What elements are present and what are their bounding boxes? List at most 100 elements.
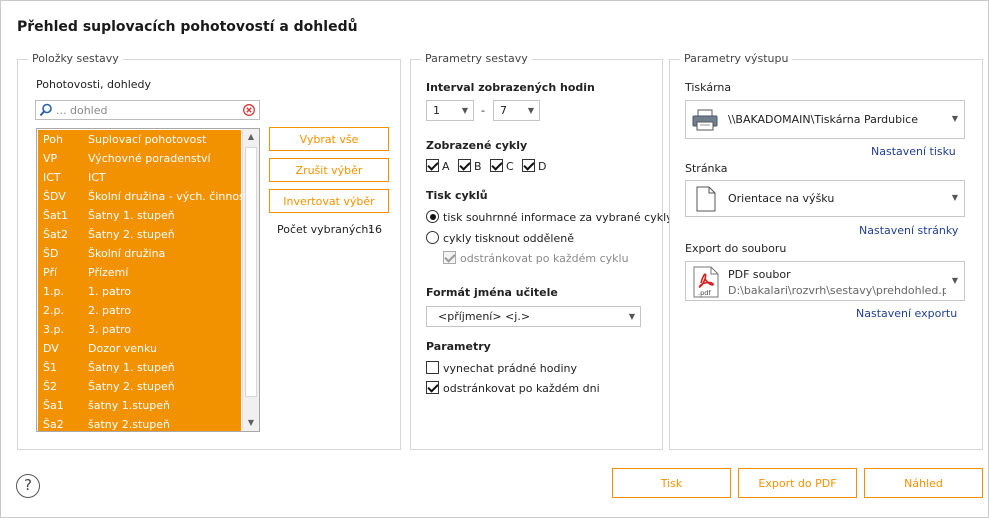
print-summary-label[interactable]: tisk souhrnné informace za vybrané cykly bbox=[443, 211, 673, 224]
print-button[interactable]: Tisk bbox=[612, 468, 731, 498]
clear-search-icon[interactable] bbox=[243, 104, 255, 116]
list-item[interactable]: ŠDV Školní družina - vých. činnost bbox=[38, 187, 241, 206]
list-item-code: Ša2 bbox=[43, 418, 64, 431]
list-item-code: ICT bbox=[43, 171, 61, 184]
list-item[interactable]: ŠD Školní družina bbox=[38, 244, 241, 263]
interval-to-value: 7 bbox=[500, 104, 507, 117]
select-all-button[interactable]: Vybrat vše bbox=[269, 127, 389, 151]
teacher-format-label: Formát jména učitele bbox=[426, 286, 558, 299]
list-item-code: Š2 bbox=[43, 380, 57, 393]
page-break-day-checkbox[interactable] bbox=[426, 381, 439, 394]
list-item[interactable]: ICT ICT bbox=[38, 168, 241, 187]
search-input[interactable] bbox=[54, 102, 239, 118]
list-item-name: šatny 2.stupeň bbox=[88, 418, 170, 431]
cycle-a-label[interactable]: A bbox=[442, 160, 450, 173]
list-item[interactable]: Šat2 Šatny 2. stupeň bbox=[38, 225, 241, 244]
preview-button[interactable]: Náhled bbox=[864, 468, 983, 498]
list-item[interactable]: Poh Suplovací pohotovost bbox=[38, 130, 241, 149]
page-value: Orientace na výšku bbox=[728, 192, 835, 205]
export-pdf-button[interactable]: Export do PDF bbox=[738, 468, 857, 498]
cycle-c-label[interactable]: C bbox=[506, 160, 514, 173]
list-item[interactable]: DV Dozor venku bbox=[38, 339, 241, 358]
list-item-name: 1. patro bbox=[88, 285, 132, 298]
list-item-code: Ša1 bbox=[43, 399, 64, 412]
interval-label: Interval zobrazených hodin bbox=[426, 81, 595, 94]
list-item-name: Šatny 1. stupeň bbox=[88, 209, 175, 222]
parameters-label: Parametry bbox=[426, 340, 491, 353]
page-break-cycle-checkbox[interactable] bbox=[443, 251, 456, 264]
list-item-name: šatny 1.stupeň bbox=[88, 399, 170, 412]
printer-select[interactable]: \\BAKADOMAIN\Tiskárna Pardubice ▼ bbox=[685, 100, 965, 139]
items-list[interactable]: Poh Suplovací pohotovost VP Výchovné porade… bbox=[36, 128, 260, 432]
list-item-code: Pří bbox=[43, 266, 58, 279]
cycle-c-checkbox[interactable] bbox=[490, 159, 503, 172]
print-separate-label[interactable]: cykly tisknout odděleně bbox=[443, 232, 574, 245]
list-item[interactable]: 3.p. 3. patro bbox=[38, 320, 241, 339]
list-item-name: 2. patro bbox=[88, 304, 132, 317]
list-label: Pohotovosti, dohledy bbox=[36, 78, 152, 91]
list-item[interactable]: Ša1 šatny 1.stupeň bbox=[38, 396, 241, 415]
list-item[interactable]: 1.p. 1. patro bbox=[38, 282, 241, 301]
interval-to-select[interactable]: 7 ▼ bbox=[493, 100, 540, 121]
selected-count-label: Počet vybraných: bbox=[277, 223, 373, 236]
interval-separator: - bbox=[481, 104, 485, 117]
skip-empty-checkbox[interactable] bbox=[426, 361, 439, 374]
chevron-down-icon: ▼ bbox=[527, 106, 534, 115]
print-settings-link[interactable]: Nastavení tisku bbox=[871, 145, 956, 158]
list-item[interactable]: Pří Přízemí bbox=[38, 263, 241, 282]
list-item-name: Šatny 2. stupeň bbox=[88, 380, 175, 393]
chevron-down-icon: ▼ bbox=[461, 106, 468, 115]
list-item[interactable]: Ša2 šatny 2.stupeň bbox=[38, 415, 241, 431]
list-item-code: ŠD bbox=[43, 247, 59, 260]
help-icon[interactable]: ? bbox=[16, 474, 40, 498]
list-item-name: Výchovné poradenství bbox=[88, 152, 211, 165]
list-item[interactable]: 2.p. 2. patro bbox=[38, 301, 241, 320]
export-label: Export do souboru bbox=[685, 242, 787, 255]
print-summary-radio[interactable] bbox=[426, 210, 439, 223]
dialog-title: Přehled suplovacích pohotovostí a dohled… bbox=[17, 19, 358, 35]
list-item[interactable]: Š1 Šatny 1. stupeň bbox=[38, 358, 241, 377]
export-select[interactable]: .pdf PDF soubor D:\bakalari\rozvrh\sesta… bbox=[685, 261, 965, 301]
pdf-icon-text: .pdf bbox=[698, 289, 711, 297]
scroll-thumb[interactable] bbox=[245, 147, 257, 397]
cycle-b-label[interactable]: B bbox=[474, 160, 482, 173]
page-break-day-label[interactable]: odstránkovat po každém dni bbox=[443, 382, 600, 395]
printer-value: \\BAKADOMAIN\Tiskárna Pardubice bbox=[728, 113, 918, 126]
cycle-b-checkbox[interactable] bbox=[458, 159, 471, 172]
cycle-a-checkbox[interactable] bbox=[426, 159, 439, 172]
page-select[interactable]: Orientace na výšku ▼ bbox=[685, 180, 965, 217]
skip-empty-label[interactable]: vynechat prádné hodiny bbox=[443, 362, 577, 375]
list-item-code: 3.p. bbox=[43, 323, 64, 336]
print-separate-radio[interactable] bbox=[426, 231, 439, 244]
list-item[interactable]: VP Výchovné poradenství bbox=[38, 149, 241, 168]
scroll-up-icon[interactable]: ▲ bbox=[243, 129, 259, 145]
chevron-down-icon: ▼ bbox=[951, 193, 958, 202]
list-item-name: Šatny 2. stupeň bbox=[88, 228, 175, 241]
teacher-format-select[interactable]: <příjmení> <j.> ▼ bbox=[426, 306, 641, 327]
export-settings-link[interactable]: Nastavení exportu bbox=[856, 307, 957, 320]
list-item-name: Dozor venku bbox=[88, 342, 157, 355]
export-title: PDF soubor bbox=[728, 268, 791, 281]
list-item-code: DV bbox=[43, 342, 59, 355]
invert-selection-button[interactable]: Invertovat výběr bbox=[269, 189, 389, 213]
chevron-down-icon: ▼ bbox=[951, 276, 958, 285]
scroll-down-icon[interactable]: ▼ bbox=[243, 415, 259, 431]
teacher-format-value: <příjmení> <j.> bbox=[438, 310, 531, 323]
deselect-button[interactable]: Zrušit výběr bbox=[269, 158, 389, 182]
list-item-code: Šat2 bbox=[43, 228, 69, 241]
list-item[interactable]: Š2 Šatny 2. stupeň bbox=[38, 377, 241, 396]
list-item-name: Školní družina - vých. činnost bbox=[88, 190, 241, 203]
report-dialog: Přehled suplovacích pohotovostí a dohled… bbox=[0, 0, 989, 518]
page-settings-link[interactable]: Nastavení stránky bbox=[859, 224, 958, 237]
items-list-scrollbar[interactable]: ▲ ▼ bbox=[242, 129, 259, 431]
list-item-name: Školní družina bbox=[88, 247, 166, 260]
cycle-d-label[interactable]: D bbox=[538, 160, 546, 173]
pdf-file-icon: .pdf bbox=[693, 266, 719, 298]
cycle-d-checkbox[interactable] bbox=[522, 159, 535, 172]
list-item[interactable]: Šat1 Šatny 1. stupeň bbox=[38, 206, 241, 225]
export-path: D:\bakalari\rozvrh\sestavy\prehdohled.pd bbox=[728, 284, 946, 297]
list-item-name: Suplovací pohotovost bbox=[88, 133, 207, 146]
list-item-code: 2.p. bbox=[43, 304, 64, 317]
interval-from-select[interactable]: 1 ▼ bbox=[426, 100, 474, 121]
search-box[interactable] bbox=[35, 100, 260, 120]
